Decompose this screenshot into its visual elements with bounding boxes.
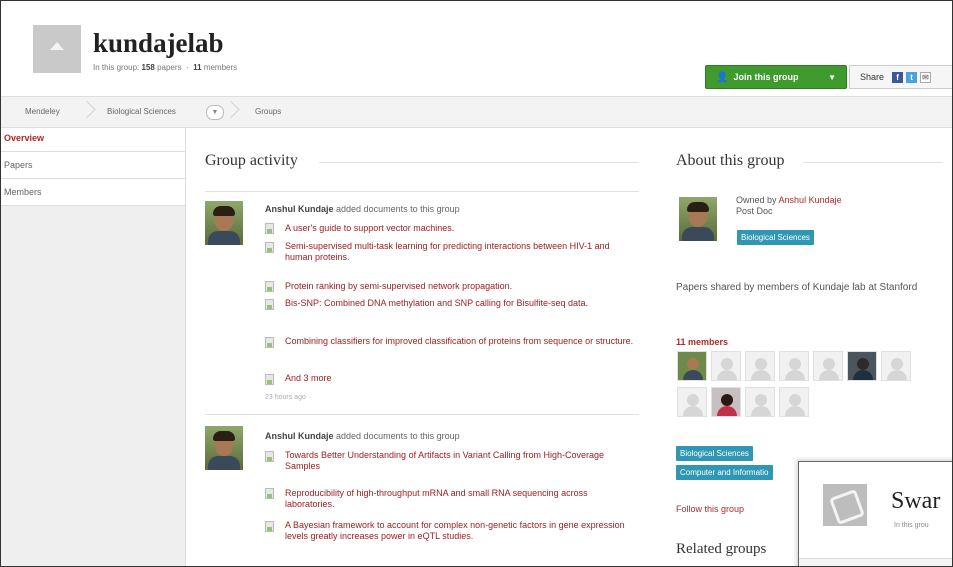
about-group-title: About this group xyxy=(676,152,785,169)
member-avatar[interactable] xyxy=(745,351,775,381)
twitter-icon[interactable]: t xyxy=(906,71,918,83)
page-frame: kundajelab In this group: 158 papers · 1… xyxy=(0,0,953,567)
chevron-down-icon[interactable]: ▼ xyxy=(828,73,836,82)
sidebar-item-papers[interactable]: Papers xyxy=(1,152,185,179)
document-link[interactable]: Combining classifiers for improved class… xyxy=(285,336,635,347)
document-icon xyxy=(265,451,274,462)
activity-user-link[interactable]: Anshul Kundaje xyxy=(265,204,334,214)
share-label: Share xyxy=(860,72,885,82)
document-link[interactable]: Reproducibility of high-throughput mRNA … xyxy=(285,488,615,510)
members-count: 11 xyxy=(193,63,202,72)
member-avatar[interactable] xyxy=(847,351,877,381)
document-link[interactable]: Bis-SNP: Combined DNA methylation and SN… xyxy=(285,298,605,309)
facebook-icon[interactable]: f xyxy=(892,71,904,83)
document-icon xyxy=(265,521,274,532)
overlay-group-name: Swar xyxy=(891,488,941,514)
overlay-group-meta: In this grou xyxy=(894,522,929,529)
owner-info: Owned by Anshul Kundaje Post Doc xyxy=(736,195,842,217)
document-icon xyxy=(265,488,274,499)
member-avatar[interactable] xyxy=(745,387,775,417)
breadcrumb-dropdown-icon[interactable]: ▼ xyxy=(206,105,224,120)
activity-divider xyxy=(205,191,639,192)
owned-prefix: Owned by xyxy=(736,195,777,205)
meta-prefix: In this group: xyxy=(93,63,140,72)
owner-link[interactable]: Anshul Kundaje xyxy=(779,195,842,205)
breadcrumb-separator xyxy=(89,101,97,123)
breadcrumb-item-groups[interactable]: Groups xyxy=(255,107,281,116)
document-link[interactable]: A user's guide to support vector machine… xyxy=(285,223,635,234)
member-avatar[interactable] xyxy=(813,351,843,381)
group-name: kundajelab xyxy=(93,28,224,58)
mail-icon[interactable]: ✉ xyxy=(920,71,932,83)
member-avatar[interactable] xyxy=(677,351,707,381)
document-link[interactable]: Protein ranking by semi-supervised netwo… xyxy=(285,281,635,292)
discipline-tag[interactable]: Computer and Informatio xyxy=(676,465,773,480)
sidebar: Overview Papers Members xyxy=(1,128,186,566)
activity-divider xyxy=(205,414,639,415)
title-divider xyxy=(803,162,943,163)
group-meta: In this group: 158 papers · 11 members xyxy=(93,63,238,72)
discipline-tag[interactable]: Biological Sciences xyxy=(676,446,753,461)
owner-role: Post Doc xyxy=(736,206,773,216)
sidebar-item-members[interactable]: Members xyxy=(1,179,185,206)
document-icon xyxy=(265,299,274,310)
add-user-icon: 👤 xyxy=(716,71,729,83)
member-avatar[interactable] xyxy=(711,387,741,417)
related-groups-title: Related groups xyxy=(676,541,767,557)
activity-header: Anshul Kundaje added documents to this g… xyxy=(265,204,460,215)
member-avatar[interactable] xyxy=(881,351,911,381)
activity-timestamp: 23 hours ago xyxy=(265,394,306,401)
document-link[interactable]: Semi-supervised multi-task learning for … xyxy=(285,241,625,263)
overlay-window[interactable]: Swar In this grou xyxy=(798,461,952,566)
avatar[interactable] xyxy=(205,201,243,245)
breadcrumb: Mendeley Biological Sciences ▼ Groups xyxy=(1,96,952,128)
document-icon xyxy=(265,337,274,348)
papers-count: 158 xyxy=(141,63,155,72)
title-divider xyxy=(319,162,639,163)
avatar[interactable] xyxy=(205,426,243,470)
breadcrumb-item-mendeley[interactable]: Mendeley xyxy=(25,107,60,116)
papers-label: papers xyxy=(157,63,182,72)
activity-action: added documents to this group xyxy=(336,204,460,214)
group-activity-title: Group activity xyxy=(205,152,298,169)
group-description: Papers shared by members of Kundaje lab … xyxy=(676,282,918,293)
document-link[interactable]: A Bayesian framework to account for comp… xyxy=(285,520,635,542)
logo-arrow-icon xyxy=(50,42,64,50)
activity-action: added documents to this group xyxy=(336,431,460,441)
breadcrumb-separator xyxy=(233,101,241,123)
member-avatar[interactable] xyxy=(779,351,809,381)
members-link[interactable]: 11 members xyxy=(676,337,728,347)
overlay-breadcrumb xyxy=(799,558,952,566)
document-icon xyxy=(265,281,274,292)
members-label: members xyxy=(203,63,238,72)
activity-user-link[interactable]: Anshul Kundaje xyxy=(265,431,334,441)
owner-avatar[interactable] xyxy=(679,197,717,241)
share-box: Share f t ✉ xyxy=(849,65,952,89)
document-icon xyxy=(265,374,274,385)
activity-header: Anshul Kundaje added documents to this g… xyxy=(265,431,460,442)
document-link[interactable]: Towards Better Understanding of Artifact… xyxy=(285,450,635,472)
group-logo xyxy=(823,484,867,526)
follow-group-link[interactable]: Follow this group xyxy=(676,504,744,514)
breadcrumb-item-biological-sciences[interactable]: Biological Sciences xyxy=(107,107,176,116)
join-group-button[interactable]: 👤 Join this group ▼ xyxy=(705,65,847,89)
member-avatar[interactable] xyxy=(711,351,741,381)
member-avatar[interactable] xyxy=(677,387,707,417)
document-icon xyxy=(265,242,274,253)
sidebar-item-overview[interactable]: Overview xyxy=(1,128,185,152)
owner-discipline-tag[interactable]: Biological Sciences xyxy=(737,230,814,245)
more-documents-link[interactable]: And 3 more xyxy=(285,373,332,384)
join-label: Join this group xyxy=(733,72,799,82)
document-icon xyxy=(265,223,274,234)
group-header: kundajelab In this group: 158 papers · 1… xyxy=(1,1,952,93)
group-logo xyxy=(33,25,81,73)
member-avatar[interactable] xyxy=(779,387,809,417)
